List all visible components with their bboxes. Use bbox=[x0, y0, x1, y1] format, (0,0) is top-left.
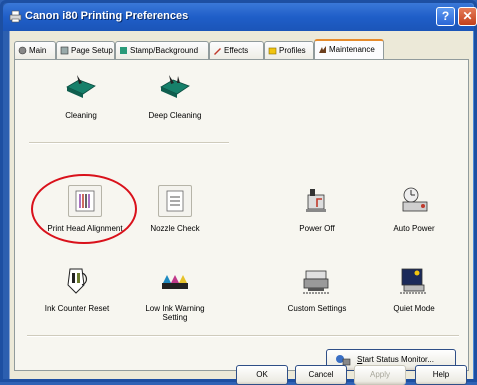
ink-counter-reset-item[interactable]: Ink Counter Reset bbox=[37, 265, 117, 313]
custom-settings-icon[interactable] bbox=[300, 265, 334, 297]
cleaning-icon[interactable] bbox=[64, 72, 98, 104]
status-monitor-label: tart Status Monitor... bbox=[362, 355, 434, 364]
deep-cleaning-icon[interactable] bbox=[158, 72, 192, 104]
printing-preferences-window: Canon i80 Printing Preferences ? ✕ Main … bbox=[0, 0, 477, 385]
custom-settings-item[interactable]: Custom Settings bbox=[281, 265, 353, 313]
divider bbox=[27, 335, 459, 337]
nozzle-check-item[interactable]: Nozzle Check bbox=[145, 185, 205, 233]
nozzle-check-icon[interactable] bbox=[158, 185, 192, 217]
cleaning-item[interactable]: Cleaning bbox=[51, 72, 111, 120]
tab-strip: Main Page Setup Stamp/Background Effects… bbox=[14, 39, 469, 60]
profiles-icon bbox=[268, 48, 277, 55]
auto-power-icon[interactable] bbox=[397, 185, 431, 217]
quiet-mode-label: Quiet Mode bbox=[393, 304, 435, 313]
power-off-item[interactable]: Power Off bbox=[287, 185, 347, 233]
nozzle-check-label: Nozzle Check bbox=[150, 224, 200, 233]
help-title-button[interactable]: ? bbox=[436, 7, 455, 26]
highlight-circle bbox=[31, 174, 137, 244]
cleaning-label: Cleaning bbox=[65, 111, 97, 120]
title-bar[interactable]: Canon i80 Printing Preferences ? ✕ bbox=[3, 3, 477, 31]
auto-power-label: Auto Power bbox=[393, 224, 435, 233]
ink-counter-reset-icon[interactable] bbox=[60, 265, 94, 297]
tab-label: Maintenance bbox=[329, 45, 375, 54]
tab-label: Profiles bbox=[279, 46, 306, 55]
deep-cleaning-label: Deep Cleaning bbox=[148, 111, 202, 120]
tab-page-setup[interactable]: Page Setup bbox=[56, 41, 115, 59]
close-button[interactable]: ✕ bbox=[458, 7, 477, 26]
tab-label: Main bbox=[29, 46, 47, 55]
auto-power-item[interactable]: Auto Power bbox=[384, 185, 444, 233]
deep-cleaning-item[interactable]: Deep Cleaning bbox=[145, 72, 205, 120]
printer-icon bbox=[9, 10, 22, 23]
apply-button[interactable]: Apply bbox=[354, 365, 406, 385]
maintenance-icon bbox=[319, 46, 326, 54]
tab-effects[interactable]: Effects bbox=[209, 41, 264, 59]
ok-button[interactable]: OK bbox=[236, 365, 288, 385]
stamp-icon bbox=[120, 47, 127, 55]
effects-icon bbox=[214, 48, 221, 56]
cancel-button[interactable]: Cancel bbox=[295, 365, 347, 385]
power-off-icon[interactable] bbox=[300, 185, 334, 217]
quiet-mode-item[interactable]: Quiet Mode bbox=[384, 265, 444, 313]
page-setup-icon bbox=[60, 47, 69, 55]
divider bbox=[29, 142, 229, 144]
quiet-mode-icon[interactable] bbox=[397, 265, 431, 297]
help-button[interactable]: Help bbox=[415, 365, 467, 385]
tab-stamp-background[interactable]: Stamp/Background bbox=[115, 41, 209, 59]
low-ink-warning-setting-item[interactable]: Low Ink Warning Setting bbox=[137, 265, 213, 322]
power-off-label: Power Off bbox=[299, 224, 335, 233]
low-ink-warning-icon[interactable] bbox=[158, 265, 192, 297]
window-title: Canon i80 Printing Preferences bbox=[25, 10, 189, 22]
tab-main[interactable]: Main bbox=[14, 41, 56, 59]
tab-label: Stamp/Background bbox=[130, 46, 199, 55]
main-icon bbox=[18, 47, 27, 55]
tab-profiles[interactable]: Profiles bbox=[264, 41, 314, 59]
low-ink-warning-setting-label: Low Ink Warning Setting bbox=[145, 304, 205, 322]
custom-settings-label: Custom Settings bbox=[287, 304, 347, 313]
tab-maintenance[interactable]: Maintenance bbox=[314, 39, 384, 60]
maintenance-panel: Cleaning Deep Cleaning Print Head Alignm… bbox=[14, 59, 469, 371]
ink-counter-reset-label: Ink Counter Reset bbox=[44, 304, 110, 313]
tab-label: Effects bbox=[224, 46, 249, 55]
dialog-content: Main Page Setup Stamp/Background Effects… bbox=[9, 31, 473, 379]
tab-label: Page Setup bbox=[71, 46, 113, 55]
